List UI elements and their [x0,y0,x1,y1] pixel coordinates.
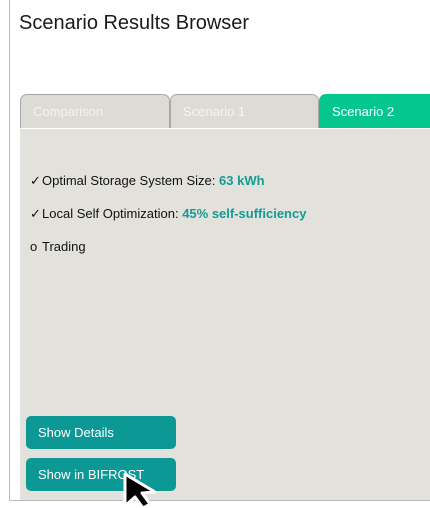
check-icon: ✓ [30,173,41,188]
tab-scenario-1[interactable]: Scenario 1 [170,94,319,128]
mouse-pointer-icon [123,472,157,508]
result-label: Local Self Optimization: [42,206,183,221]
tab-scenario-2[interactable]: Scenario 2 [319,94,430,128]
scenario-2-panel: ✓Optimal Storage System Size: 63 kWh ✓Lo… [20,129,430,500]
result-label: Trading [42,239,86,254]
circle-icon: o [30,239,38,254]
window-title: Scenario Results Browser [19,12,250,34]
result-storage-size: ✓Optimal Storage System Size: 63 kWh [30,173,265,189]
scenario-results-window: Scenario Results Browser Comparison Scen… [9,0,430,501]
result-value: 45% self-sufficiency [182,206,307,221]
result-label: Optimal Storage System Size: [42,173,220,188]
tab-comparison[interactable]: Comparison [20,94,170,128]
result-value: 63 kWh [219,173,265,188]
result-self-optimization: ✓Local Self Optimization: 45% self-suffi… [30,206,306,222]
result-trading: o Trading [30,239,86,254]
tab-bar: Comparison Scenario 1 Scenario 2 [20,94,430,130]
check-icon: ✓ [30,206,41,221]
show-details-button[interactable]: Show Details [26,416,176,449]
